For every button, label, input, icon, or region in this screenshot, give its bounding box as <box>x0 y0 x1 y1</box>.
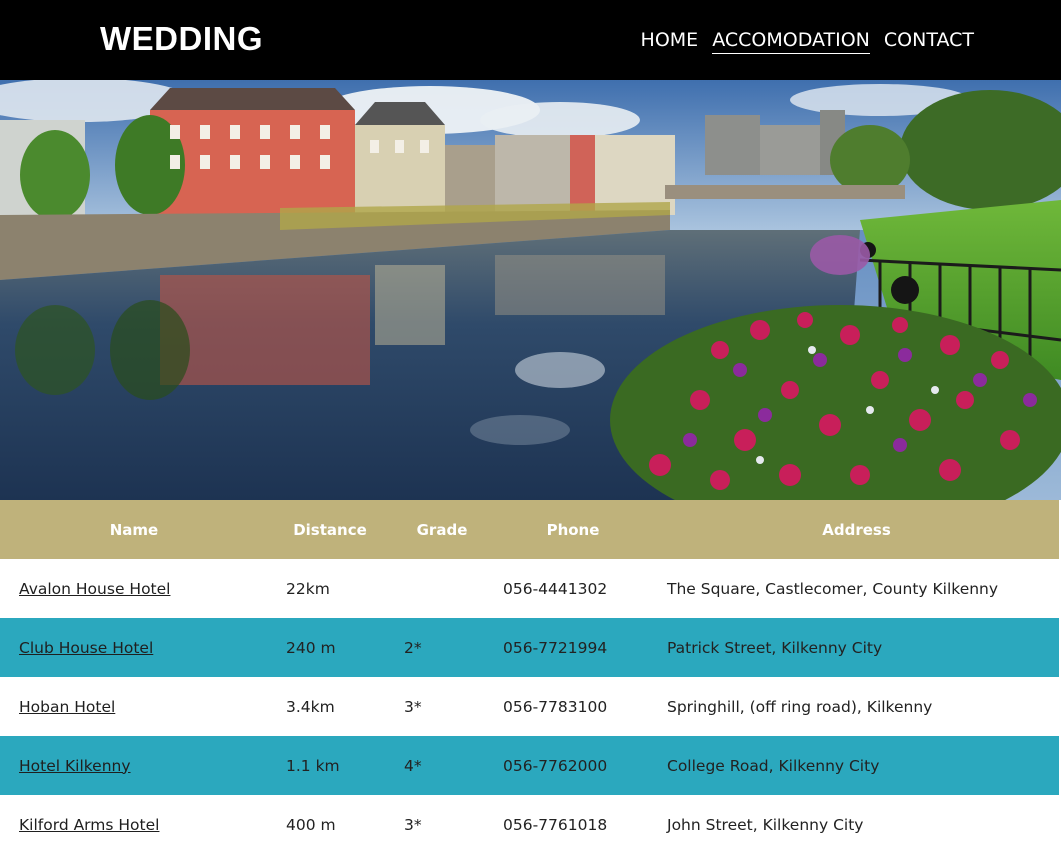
address-cell: John Street, Kilkenny City <box>654 795 1059 854</box>
table-row: Hoban Hotel 3.4km 3* 056-7783100 Springh… <box>0 677 1059 736</box>
phone-cell: 056-4441302 <box>492 559 654 618</box>
grade-cell: 3* <box>392 677 492 736</box>
phone-cell: 056-7721994 <box>492 618 654 677</box>
hotel-link[interactable]: Club House Hotel <box>19 639 153 657</box>
hotel-link[interactable]: Avalon House Hotel <box>19 580 170 598</box>
hotel-name-cell: Avalon House Hotel <box>0 559 268 618</box>
hotel-link[interactable]: Kilford Arms Hotel <box>19 816 159 834</box>
column-header-name: Name <box>0 500 268 559</box>
grade-cell: 3* <box>392 795 492 854</box>
address-cell: Springhill, (off ring road), Kilkenny <box>654 677 1059 736</box>
hotel-link[interactable]: Hoban Hotel <box>19 698 115 716</box>
table-row: Club House Hotel 240 m 2* 056-7721994 Pa… <box>0 618 1059 677</box>
grade-cell <box>392 559 492 618</box>
distance-cell: 3.4km <box>268 677 392 736</box>
table-row: Hotel Kilkenny 1.1 km 4* 056-7762000 Col… <box>0 736 1059 795</box>
table-row: Avalon House Hotel 22km 056-4441302 The … <box>0 559 1059 618</box>
grade-cell: 2* <box>392 618 492 677</box>
column-header-address: Address <box>654 500 1059 559</box>
main-nav: HOME ACCOMODATION CONTACT <box>641 28 974 54</box>
address-cell: Patrick Street, Kilkenny City <box>654 618 1059 677</box>
site-logo[interactable]: WEDDING <box>100 19 263 59</box>
site-header: WEDDING HOME ACCOMODATION CONTACT <box>0 0 1061 80</box>
address-cell: The Square, Castlecomer, County Kilkenny <box>654 559 1059 618</box>
phone-cell: 056-7761018 <box>492 795 654 854</box>
table-header-row: Name Distance Grade Phone Address <box>0 500 1059 559</box>
nav-accomodation[interactable]: ACCOMODATION <box>712 28 870 54</box>
column-header-phone: Phone <box>492 500 654 559</box>
hotel-name-cell: Kilford Arms Hotel <box>0 795 268 854</box>
riverside-town-photo <box>0 80 1061 500</box>
accommodation-table: Name Distance Grade Phone Address Avalon… <box>0 500 1059 854</box>
distance-cell: 22km <box>268 559 392 618</box>
hotel-name-cell: Hotel Kilkenny <box>0 736 268 795</box>
distance-cell: 1.1 km <box>268 736 392 795</box>
nav-contact[interactable]: CONTACT <box>884 28 974 54</box>
phone-cell: 056-7783100 <box>492 677 654 736</box>
hotel-name-cell: Club House Hotel <box>0 618 268 677</box>
hotel-name-cell: Hoban Hotel <box>0 677 268 736</box>
phone-cell: 056-7762000 <box>492 736 654 795</box>
hotel-link[interactable]: Hotel Kilkenny <box>19 757 131 775</box>
hero-image <box>0 80 1061 500</box>
column-header-grade: Grade <box>392 500 492 559</box>
distance-cell: 240 m <box>268 618 392 677</box>
table-row: Kilford Arms Hotel 400 m 3* 056-7761018 … <box>0 795 1059 854</box>
address-cell: College Road, Kilkenny City <box>654 736 1059 795</box>
accommodation-table-wrapper: Name Distance Grade Phone Address Avalon… <box>0 500 1061 854</box>
column-header-distance: Distance <box>268 500 392 559</box>
nav-home[interactable]: HOME <box>641 28 699 54</box>
grade-cell: 4* <box>392 736 492 795</box>
distance-cell: 400 m <box>268 795 392 854</box>
